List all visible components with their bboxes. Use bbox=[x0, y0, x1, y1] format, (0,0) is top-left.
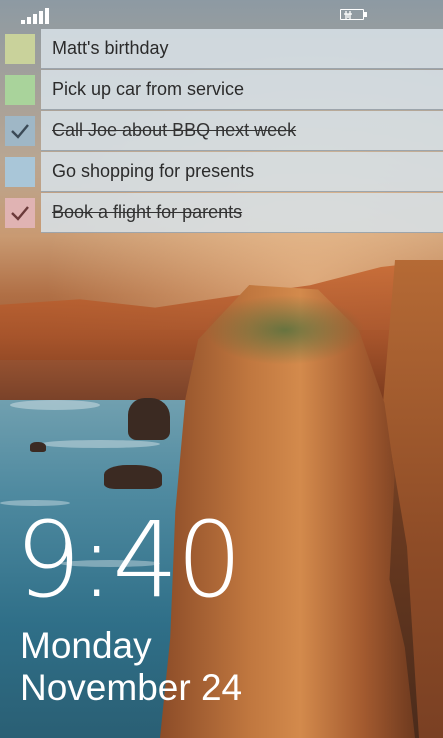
checkmark-icon bbox=[11, 206, 29, 221]
task-label: Go shopping for presents bbox=[52, 161, 255, 181]
signal-strength-icon bbox=[21, 6, 49, 24]
task-checkbox[interactable] bbox=[5, 198, 35, 228]
task-checkbox[interactable] bbox=[5, 34, 35, 64]
task-card[interactable]: Matt's birthday bbox=[41, 29, 443, 69]
task-item[interactable]: Pick up car from service bbox=[0, 70, 443, 111]
task-label: Call Joe about BBQ next week bbox=[52, 120, 297, 140]
task-item[interactable]: Call Joe about BBQ next week bbox=[0, 111, 443, 152]
task-checkbox[interactable] bbox=[5, 116, 35, 146]
lock-screen-date: November 24 bbox=[20, 667, 243, 708]
sea-rock bbox=[128, 398, 170, 440]
task-item[interactable]: Book a flight for parents bbox=[0, 193, 443, 234]
sea-rock bbox=[30, 442, 46, 452]
task-item[interactable]: Matt's birthday bbox=[0, 29, 443, 70]
task-card[interactable]: Pick up car from service bbox=[41, 70, 443, 110]
task-label: Pick up car from service bbox=[52, 79, 245, 99]
task-checkbox[interactable] bbox=[5, 157, 35, 187]
status-bar bbox=[0, 0, 443, 30]
task-label: Matt's birthday bbox=[52, 38, 169, 58]
sea-rock bbox=[104, 465, 162, 489]
battery-charging-icon bbox=[337, 8, 369, 22]
task-card[interactable]: Call Joe about BBQ next week bbox=[41, 111, 443, 151]
task-label: Book a flight for parents bbox=[52, 202, 243, 222]
task-item[interactable]: Go shopping for presents bbox=[0, 152, 443, 193]
rock-stack-vegetation bbox=[205, 295, 365, 365]
lock-screen-day: Monday bbox=[20, 625, 152, 666]
lock-screen-time: 9:40 bbox=[15, 499, 243, 621]
task-list: Matt's birthday Pick up car from service… bbox=[0, 29, 443, 234]
checkmark-icon bbox=[11, 124, 29, 139]
task-card[interactable]: Book a flight for parents bbox=[41, 193, 443, 233]
task-checkbox[interactable] bbox=[5, 75, 35, 105]
task-card[interactable]: Go shopping for presents bbox=[41, 152, 443, 192]
